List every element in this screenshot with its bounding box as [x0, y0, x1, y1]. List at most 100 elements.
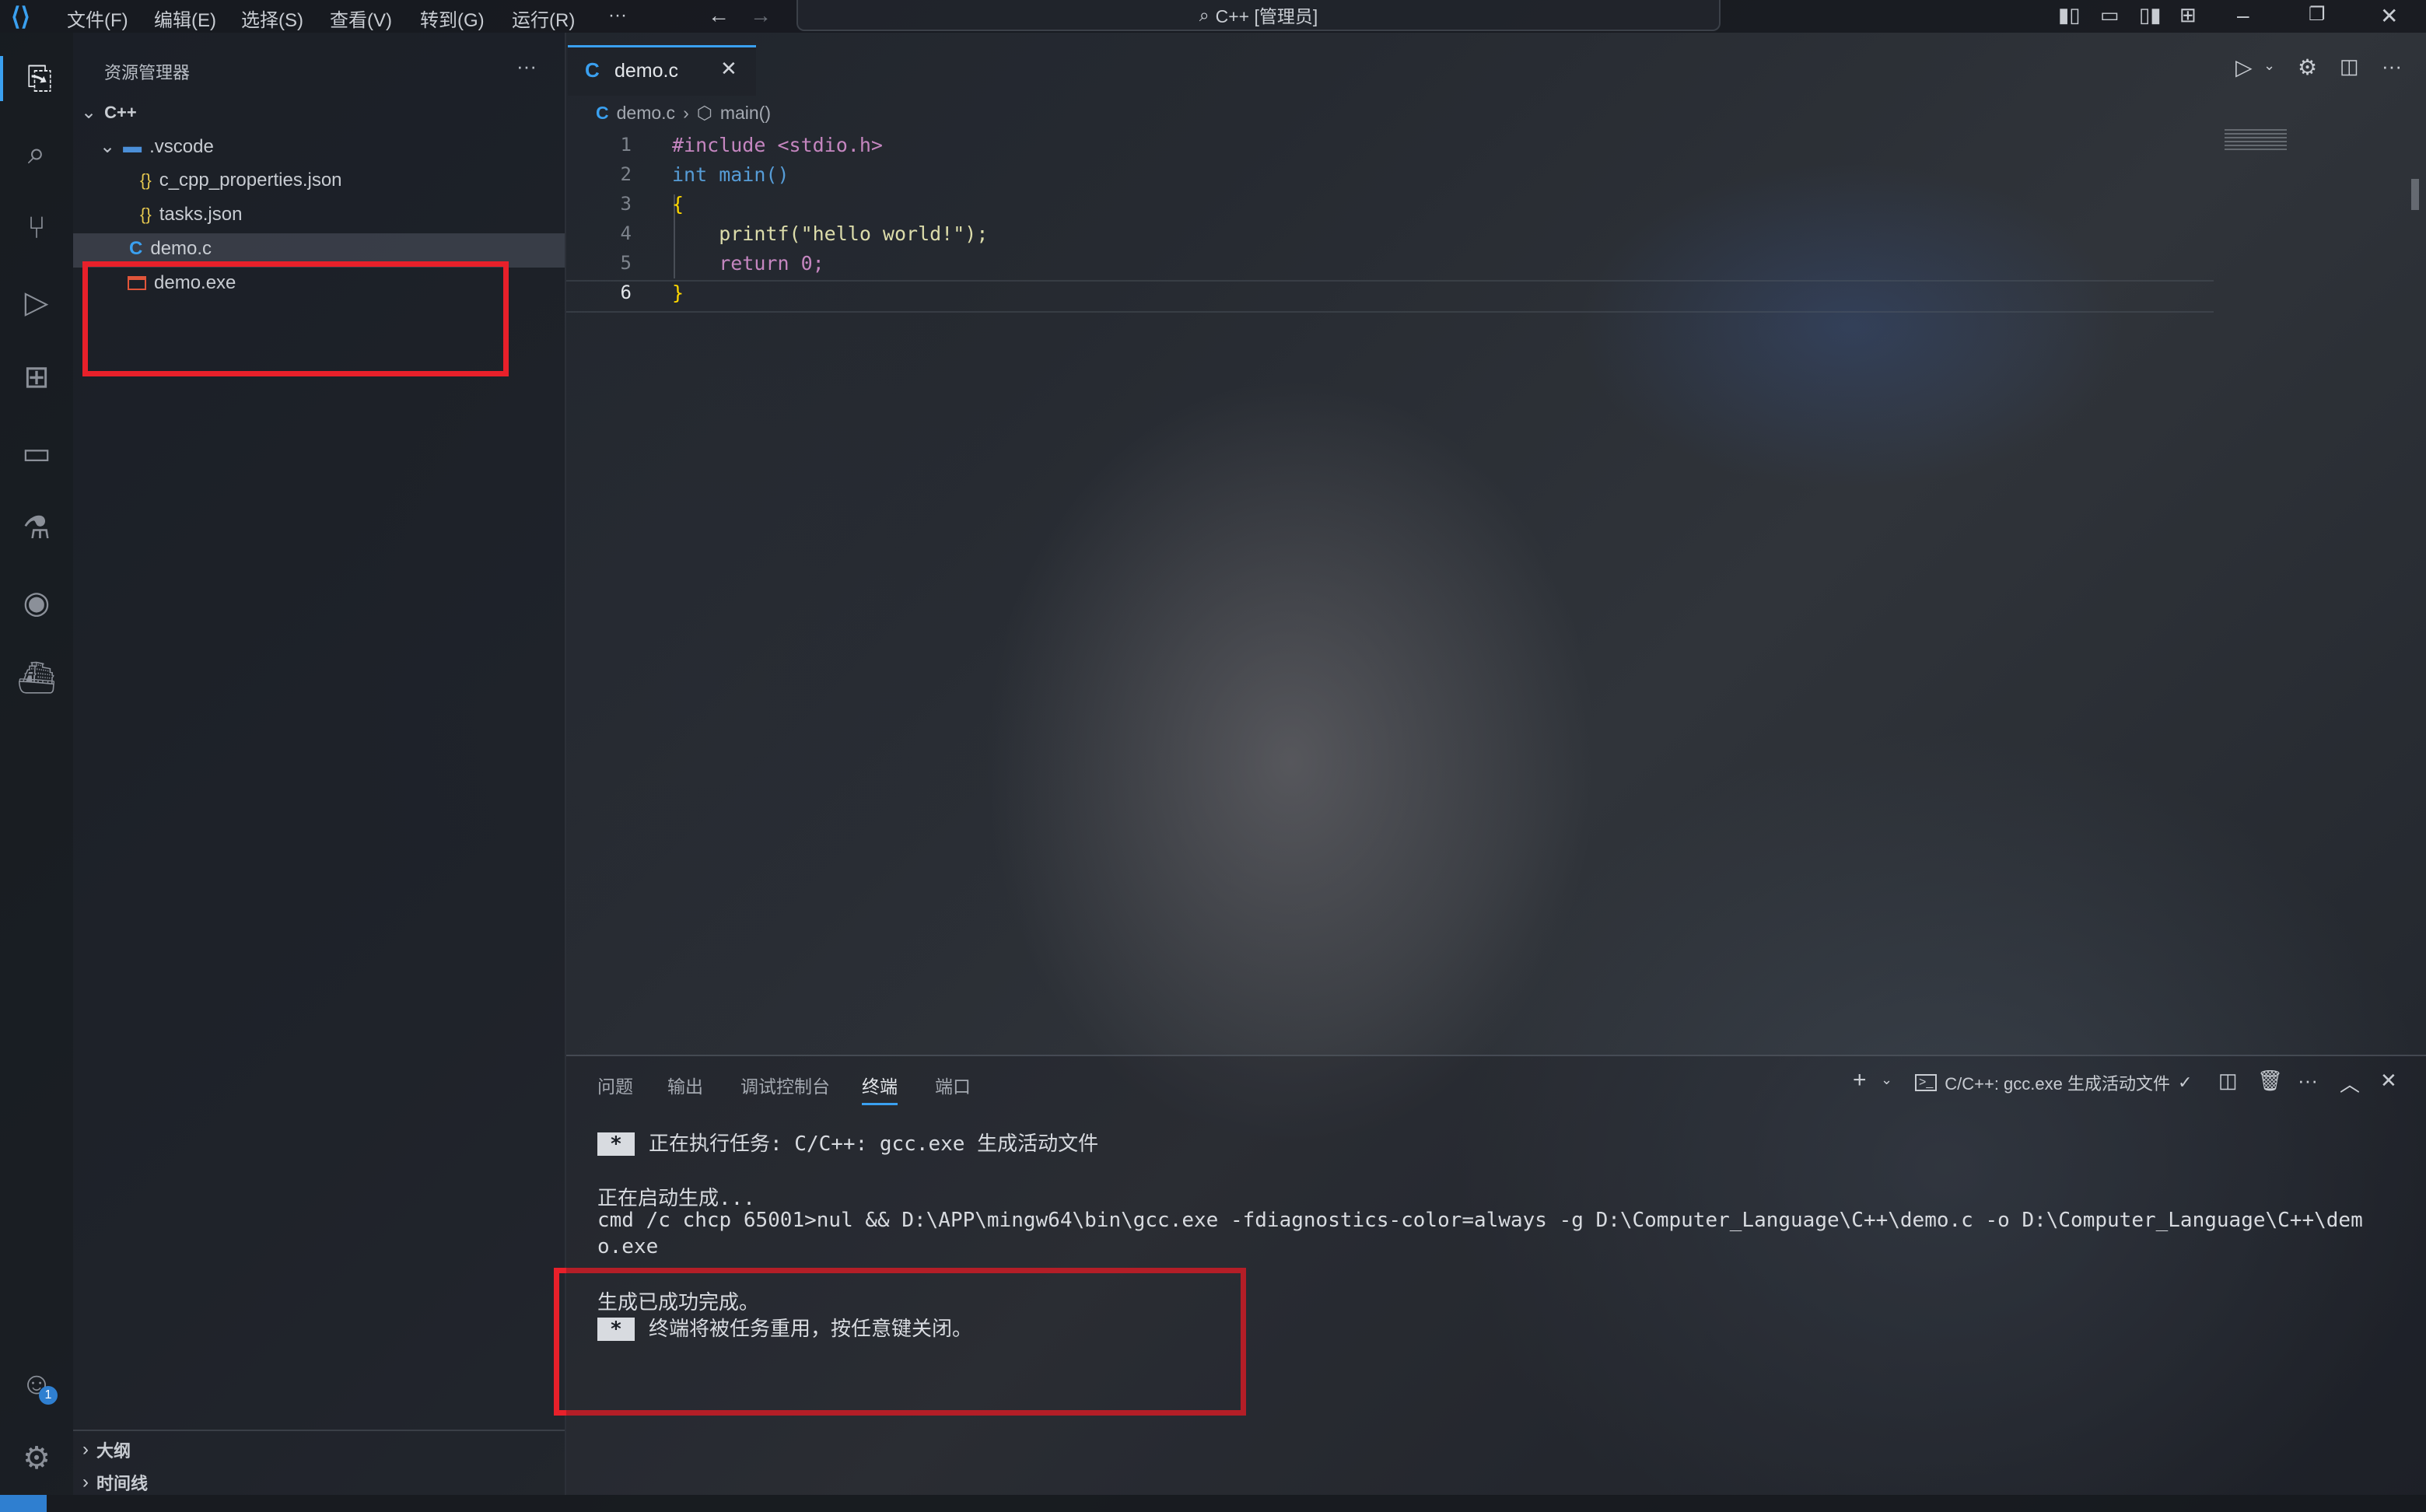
run-debug-icon[interactable]: ▷: [14, 280, 59, 325]
breadcrumb-symbol[interactable]: main(): [720, 103, 771, 124]
terminal-text: cmd /c chcp 65001>nul && D:\APP\mingw64\…: [597, 1209, 2363, 1232]
menu-run[interactable]: 运行(R): [512, 5, 575, 32]
file-c-cpp-properties[interactable]: {} c_cpp_properties.json: [140, 170, 342, 191]
explorer-icon[interactable]: ⎘: [0, 56, 76, 101]
menu-file[interactable]: 文件(F): [67, 5, 128, 32]
chevron-right-icon: ›: [82, 1439, 89, 1460]
code-line-5[interactable]: return 0;: [672, 252, 824, 275]
tab-close-icon[interactable]: ✕: [720, 57, 737, 81]
chevron-down-icon[interactable]: ⌄: [2263, 58, 2275, 74]
chevron-right-icon: ›: [683, 103, 689, 123]
terminal-text: o.exe: [597, 1235, 659, 1258]
kill-terminal-trash-icon[interactable]: 🗑: [2257, 1069, 2283, 1093]
vscode-folder-icon: ▬: [123, 135, 142, 157]
code-line-6[interactable]: }: [672, 282, 684, 304]
run-code-icon[interactable]: ▷: [2235, 54, 2253, 80]
accounts-badge: 1: [39, 1386, 58, 1405]
customize-layout-icon[interactable]: ⊞: [2179, 3, 2197, 27]
toggle-panel-icon[interactable]: ▭: [2100, 3, 2120, 27]
back-arrow-icon[interactable]: ←: [708, 3, 730, 28]
outline-section[interactable]: › 大纲: [82, 1437, 131, 1462]
c-file-icon: C: [585, 58, 600, 82]
file-demo-c[interactable]: C demo.c: [129, 238, 212, 260]
check-icon: ✓: [2178, 1073, 2193, 1092]
folder-vscode[interactable]: ⌄ ▬ .vscode: [100, 135, 214, 158]
editor-more-icon[interactable]: ···: [2382, 54, 2402, 79]
c-file-icon: C: [596, 103, 609, 123]
bottom-panel: [566, 1055, 2426, 1496]
menu-view[interactable]: 查看(V): [330, 5, 392, 32]
terminal-icon: >_: [1915, 1074, 1938, 1091]
terminal-selector[interactable]: >_ C/C++: gcc.exe 生成活动文件 ✓: [1915, 1070, 2192, 1095]
command-center-label: C++ [管理员]: [1215, 6, 1318, 26]
chevron-down-icon: ⌄: [100, 136, 116, 157]
code-line-3[interactable]: {: [672, 193, 684, 215]
title-bar: ⟨⟩ 文件(F) 编辑(E) 选择(S) 查看(V) 转到(G) 运行(R) ·…: [0, 0, 2426, 33]
code-line-1[interactable]: #include <stdio.h>: [672, 134, 883, 156]
split-editor-icon[interactable]: ◫: [2340, 54, 2359, 79]
menu-go[interactable]: 转到(G): [420, 5, 485, 32]
menu-edit[interactable]: 编辑(E): [154, 5, 216, 32]
settings-gear-icon[interactable]: ⚙: [2298, 54, 2317, 80]
split-terminal-icon[interactable]: ◫: [2218, 1069, 2238, 1093]
code-line-4[interactable]: printf("hello world!");: [672, 222, 988, 245]
tab-output[interactable]: 输出: [667, 1072, 703, 1098]
file-label: tasks.json: [159, 204, 243, 225]
testing-icon[interactable]: ⚗: [14, 506, 59, 551]
forward-arrow-icon[interactable]: →: [750, 3, 772, 28]
new-terminal-plus-icon[interactable]: +: [1853, 1067, 1867, 1094]
tab-problems[interactable]: 问题: [597, 1072, 633, 1098]
tab-terminal[interactable]: 终端: [862, 1072, 898, 1105]
terminal-name: C/C++: gcc.exe 生成活动文件: [1945, 1074, 2170, 1094]
task-star-marker: *: [597, 1132, 635, 1156]
terminal-task-line: * 正在执行任务: C/C++: gcc.exe 生成活动文件: [597, 1128, 1098, 1157]
github-copilot-icon[interactable]: ◉: [14, 580, 59, 625]
timeline-label: 时间线: [96, 1474, 149, 1493]
json-file-icon: {}: [140, 205, 152, 224]
toggle-secondary-sidebar-icon[interactable]: ▯▮: [2139, 3, 2162, 27]
editor-scrollbar-thumb[interactable]: [2411, 179, 2419, 210]
remote-indicator[interactable]: [0, 1495, 47, 1512]
line-number: 6: [620, 282, 632, 303]
close-panel-icon[interactable]: ✕: [2380, 1069, 2397, 1093]
folder-root-cpp[interactable]: ⌄ C++: [81, 101, 137, 124]
source-control-icon[interactable]: ⑂: [14, 205, 59, 250]
panel-more-icon[interactable]: ···: [2298, 1069, 2318, 1093]
minimize-icon[interactable]: –: [2237, 3, 2249, 28]
toggle-primary-sidebar-icon[interactable]: ▮▯: [2058, 3, 2081, 27]
explorer-more-icon[interactable]: ···: [516, 54, 537, 79]
line-number: 2: [620, 163, 632, 185]
menu-more[interactable]: ···: [608, 5, 627, 26]
tab-demo-c[interactable]: C demo.c ✕: [568, 45, 756, 96]
close-window-icon[interactable]: ✕: [2380, 3, 2398, 29]
cube-symbol-icon: ⬡: [696, 103, 712, 123]
terminal-text: 生成已成功完成。: [597, 1291, 760, 1314]
menu-selection[interactable]: 选择(S): [241, 5, 303, 32]
timeline-section[interactable]: › 时间线: [82, 1470, 148, 1495]
folder-label: C++: [104, 102, 137, 122]
chevron-down-icon[interactable]: ⌄: [1881, 1072, 1892, 1088]
restore-icon[interactable]: ❐: [2309, 3, 2326, 26]
search-icon: ⌕: [1199, 4, 1209, 25]
docker-icon[interactable]: ⛴: [14, 655, 59, 700]
file-tasks-json[interactable]: {} tasks.json: [140, 204, 242, 226]
tab-debug-console[interactable]: 调试控制台: [740, 1072, 830, 1098]
minimap[interactable]: [2225, 129, 2287, 152]
c-file-icon: C: [129, 238, 143, 259]
manage-gear-icon[interactable]: ⚙: [14, 1436, 59, 1481]
remote-explorer-icon[interactable]: ▭: [14, 431, 59, 476]
search-view-icon[interactable]: ⌕: [14, 131, 59, 176]
code-line-2[interactable]: int main(): [672, 163, 789, 186]
task-star-marker: *: [597, 1318, 635, 1341]
maximize-panel-chevron-up-icon[interactable]: ︿: [2340, 1069, 2360, 1097]
tab-ports[interactable]: 端口: [935, 1072, 971, 1098]
terminal-text: 正在启动生成...: [597, 1187, 755, 1210]
command-center-search[interactable]: ⌕ C++ [管理员]: [796, 0, 1721, 31]
breadcrumb-file[interactable]: demo.c: [617, 103, 675, 124]
breadcrumb: C demo.c › ⬡ main(): [596, 103, 771, 124]
vscode-logo-icon: ⟨⟩: [11, 2, 30, 30]
terminal-text: 终端将被任务重用，按任意键关闭。: [649, 1318, 973, 1341]
extensions-icon[interactable]: ⊞: [14, 355, 59, 400]
tab-label: demo.c: [614, 60, 678, 82]
chevron-down-icon: ⌄: [81, 102, 97, 123]
